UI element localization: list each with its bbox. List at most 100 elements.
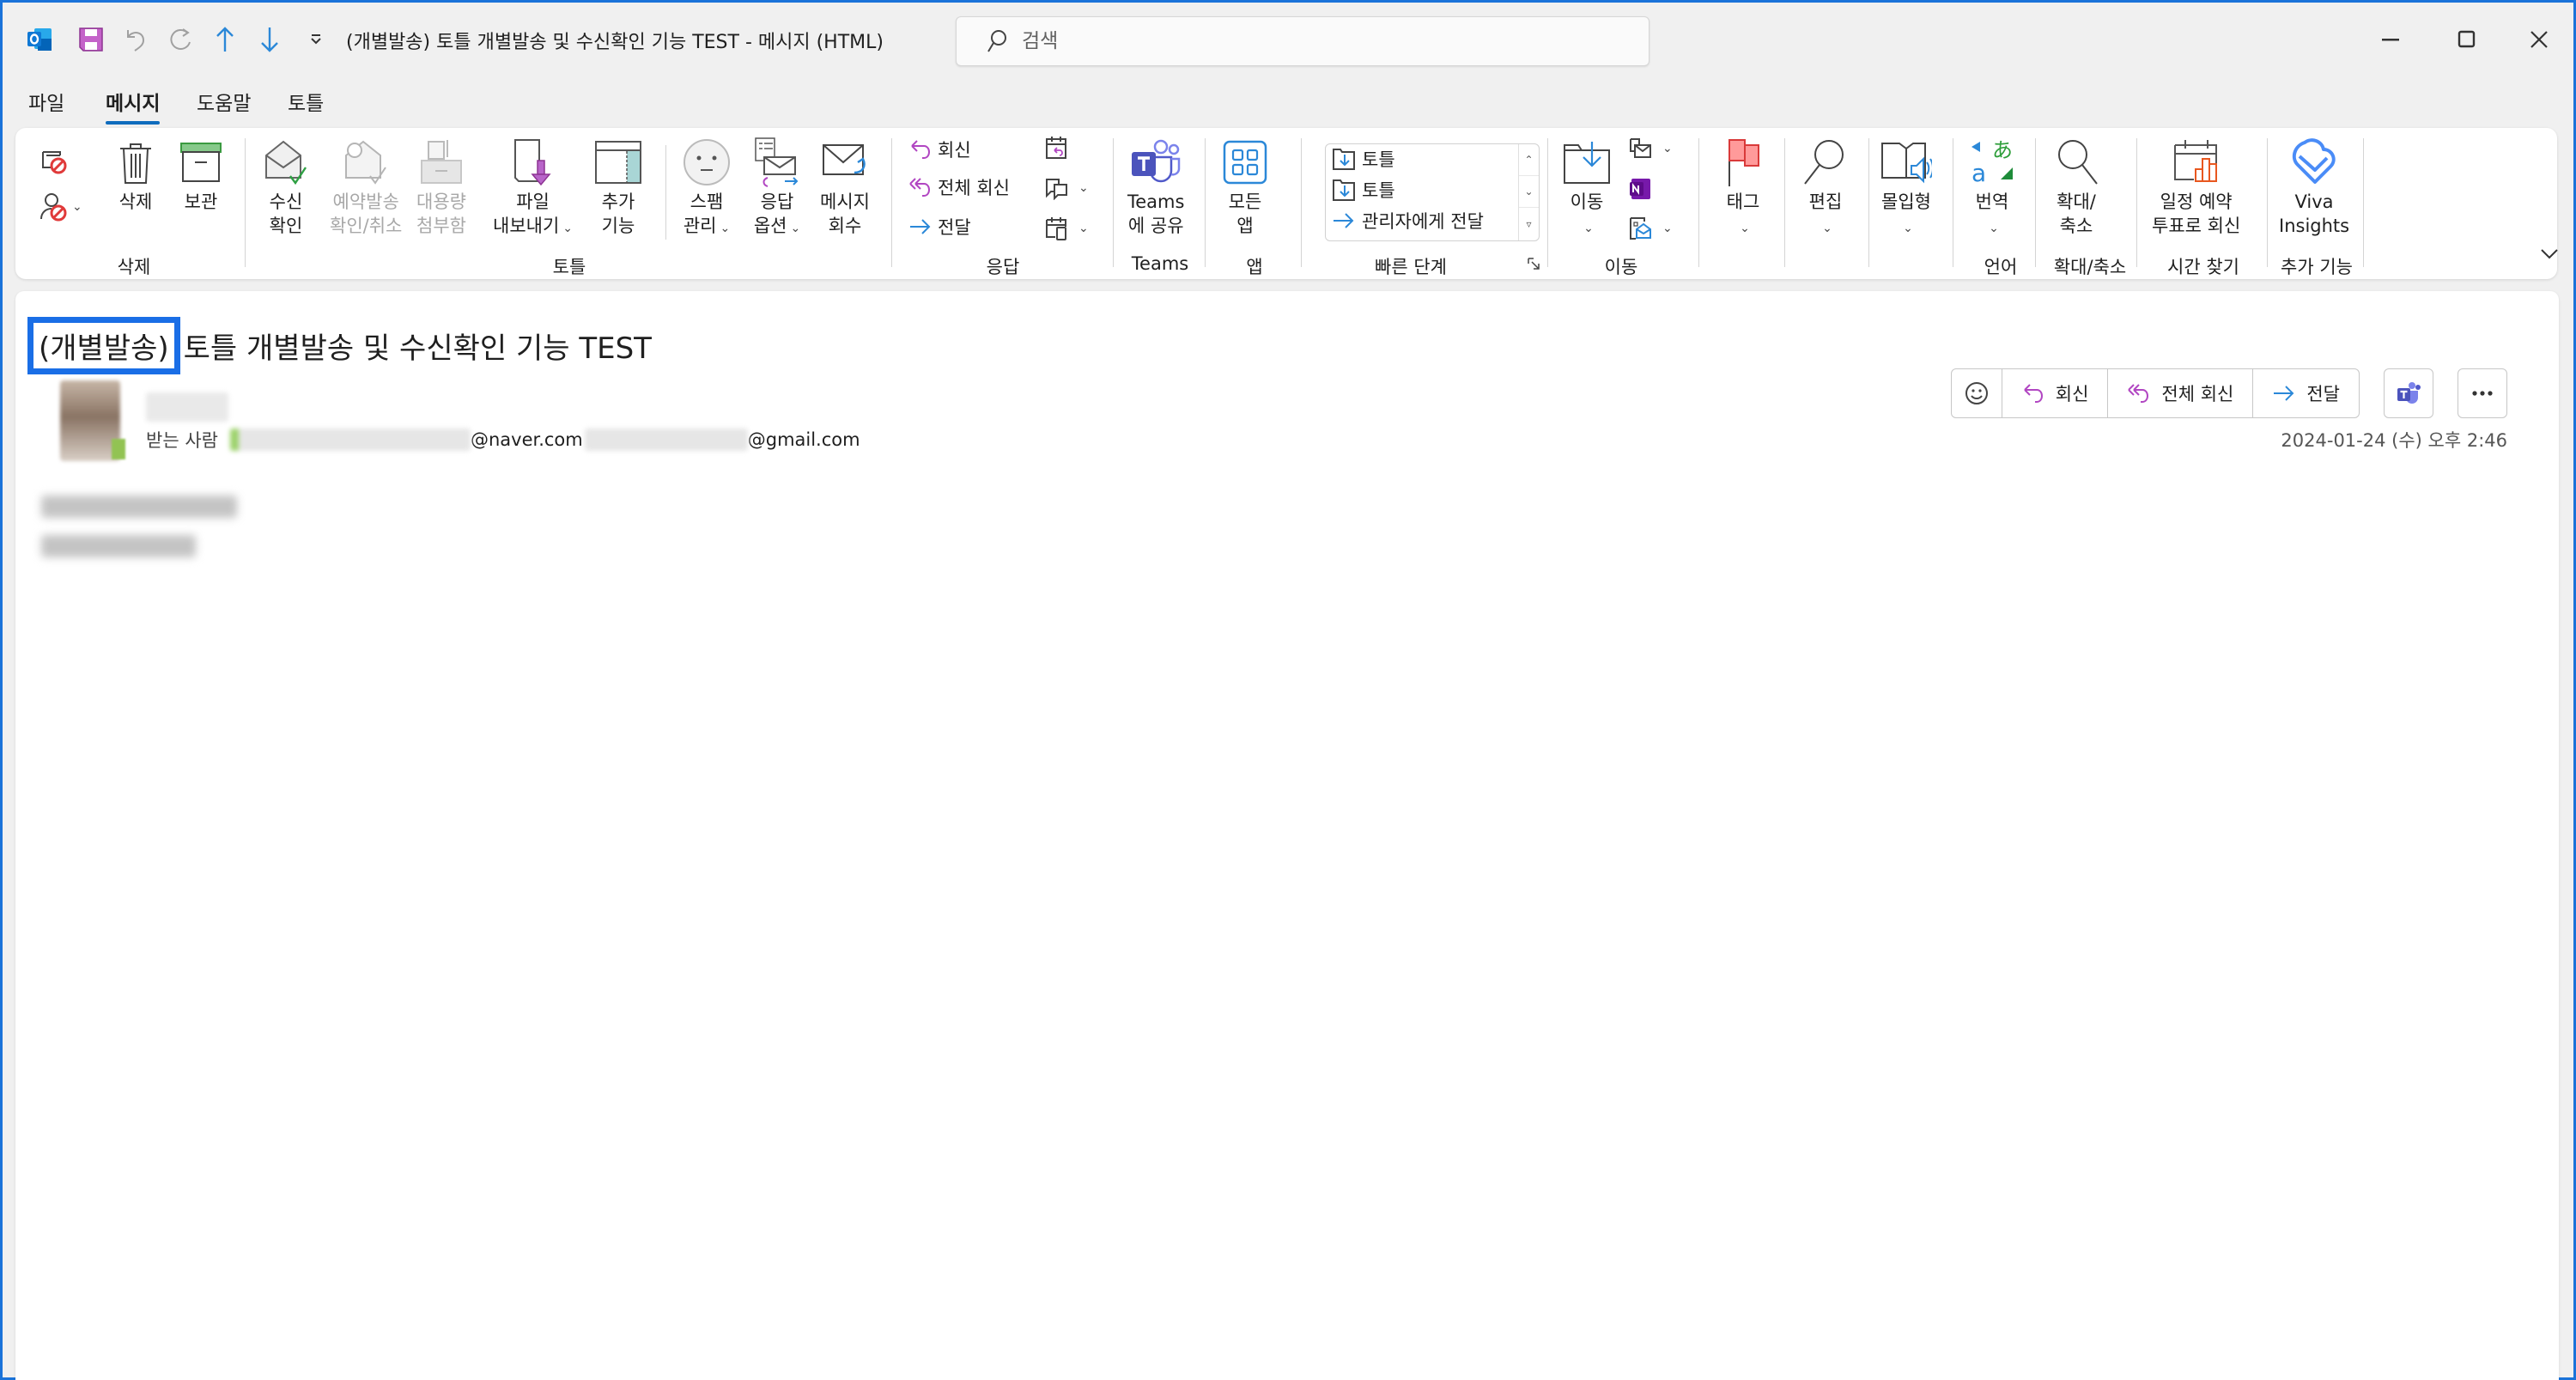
move-folder-icon bbox=[1564, 142, 1610, 184]
zoom-icon bbox=[2058, 140, 2098, 185]
redo-icon[interactable] bbox=[166, 25, 195, 54]
reply-all-button[interactable]: 전체 회신 bbox=[908, 174, 1010, 200]
svg-text:a: a bbox=[1971, 159, 1986, 186]
tab-message[interactable]: 메시지 bbox=[106, 87, 161, 125]
delete-button[interactable]: 삭제 bbox=[110, 135, 161, 214]
share-to-teams-button[interactable]: Teams 에 공유 bbox=[1127, 135, 1184, 238]
scheduled-send-button[interactable]: 예약발송 확인/취소 bbox=[330, 135, 402, 238]
divider bbox=[1301, 138, 1302, 267]
all-apps-button[interactable]: 모든 앱 bbox=[1219, 135, 1271, 238]
recipient-redacted[interactable] bbox=[229, 429, 471, 451]
chat-icon bbox=[1046, 179, 1067, 200]
immersive-reader-button[interactable]: 몰입형 ⌄ bbox=[1880, 135, 1932, 240]
reply-all-button[interactable]: 전체 회신 bbox=[2108, 369, 2254, 417]
recipient-domain-gmail[interactable]: @gmail.com bbox=[748, 429, 860, 450]
chevron-down-icon: ⌄ bbox=[72, 200, 82, 214]
message-subject: (개별발송) 토틀 개별발송 및 수신확인 기능 TEST bbox=[27, 317, 652, 374]
svg-text:あ: あ bbox=[1992, 138, 2013, 162]
quick-step-item[interactable]: 토틀 bbox=[1331, 177, 1395, 203]
attachment-box-icon bbox=[421, 140, 462, 184]
search-input[interactable] bbox=[1022, 30, 1623, 52]
body-text-redacted bbox=[41, 495, 237, 518]
recipient-domain-naver[interactable]: @naver.com bbox=[471, 429, 583, 450]
to-label: 받는 사람 bbox=[146, 430, 218, 451]
previous-item-icon[interactable] bbox=[210, 25, 240, 54]
recipient-redacted[interactable] bbox=[584, 429, 748, 451]
chevron-down-icon: ⌄ bbox=[790, 222, 801, 235]
quick-steps-dialog-launcher[interactable] bbox=[1527, 257, 1546, 271]
viva-insights-button[interactable]: Viva Insights bbox=[2279, 135, 2349, 238]
group-label-respond: 응답 bbox=[986, 257, 1020, 277]
scheduling-poll-icon bbox=[2173, 140, 2217, 182]
chevron-down-icon: ⌄ bbox=[1078, 181, 1089, 195]
tab-totle[interactable]: 토틀 bbox=[288, 87, 324, 116]
addon-feature-button[interactable]: 추가 기능 bbox=[592, 135, 644, 238]
reply-button[interactable]: 회신 bbox=[2002, 369, 2109, 417]
tags-button[interactable]: 태그 ⌄ bbox=[1717, 135, 1769, 240]
envelope-check-icon bbox=[265, 140, 307, 185]
maximize-button[interactable] bbox=[2433, 20, 2501, 59]
expand-gallery-button[interactable]: ▿ bbox=[1519, 208, 1539, 240]
reply-options-button[interactable]: 응답 옵션 ⌄ bbox=[751, 135, 803, 240]
block-sender-button[interactable]: ⌄ bbox=[39, 191, 82, 222]
chevron-down-icon: ⌄ bbox=[1903, 222, 1913, 235]
group-label-apps: 앱 bbox=[1246, 257, 1263, 277]
editing-button[interactable]: 편집 ⌄ bbox=[1800, 135, 1851, 240]
export-file-button[interactable]: 파일 내보내기 ⌄ bbox=[493, 135, 573, 240]
scroll-down-button[interactable]: ⌄ bbox=[1519, 176, 1539, 208]
undo-icon[interactable] bbox=[121, 25, 150, 54]
ribbon: ⌄ 삭제 보관 삭제 수신 확인 예약발송 확인/취소 대용량 첨부함 파일 내… bbox=[15, 128, 2558, 279]
minimize-button[interactable] bbox=[2357, 20, 2426, 59]
divider bbox=[2035, 138, 2036, 267]
divider bbox=[2136, 138, 2137, 267]
group-label-addins: 추가 기능 bbox=[2281, 257, 2353, 277]
rules-button[interactable]: ⌄ bbox=[1628, 137, 1673, 161]
customize-qat-icon[interactable] bbox=[301, 25, 331, 54]
react-button[interactable] bbox=[1952, 369, 2002, 417]
tab-file[interactable]: 파일 bbox=[28, 87, 64, 116]
scroll-up-button[interactable]: ⌃ bbox=[1519, 144, 1539, 176]
trash-icon bbox=[120, 143, 151, 184]
group-label-quick-steps: 빠른 단계 bbox=[1375, 257, 1447, 277]
actions-button[interactable]: ⌄ bbox=[1628, 216, 1673, 241]
more-respond-button[interactable]: ⌄ bbox=[1044, 216, 1089, 241]
reply-with-meeting-button[interactable] bbox=[1044, 135, 1075, 161]
reply-button[interactable]: 회신 bbox=[908, 137, 971, 162]
move-button[interactable]: 이동 ⌄ bbox=[1561, 135, 1613, 240]
search-icon bbox=[987, 30, 1006, 52]
next-item-icon[interactable] bbox=[255, 25, 284, 54]
calendar-reply-icon bbox=[1046, 137, 1066, 159]
read-receipt-button[interactable]: 수신 확인 bbox=[260, 135, 312, 238]
translate-button[interactable]: あa 번역 ⌄ bbox=[1966, 135, 2018, 240]
quick-step-item[interactable]: 토틀 bbox=[1331, 146, 1395, 172]
sender-name-redacted[interactable] bbox=[146, 392, 228, 422]
close-button[interactable] bbox=[2505, 20, 2573, 59]
search-box[interactable] bbox=[956, 16, 1649, 66]
reply-with-scheduling-poll-button[interactable]: 일정 예약 투표로 회신 bbox=[2152, 135, 2240, 238]
ribbon-display-options-button[interactable] bbox=[2540, 248, 2564, 260]
group-label-move: 이동 bbox=[1604, 257, 1638, 277]
quick-step-item[interactable]: 관리자에게 전달 bbox=[1331, 208, 1484, 234]
body-text-redacted bbox=[41, 535, 196, 557]
reply-options-icon bbox=[755, 137, 799, 187]
forward-button[interactable]: 전달 bbox=[2253, 369, 2359, 417]
spam-management-button[interactable]: 스팸 관리 ⌄ bbox=[681, 135, 732, 240]
ignore-button[interactable] bbox=[39, 147, 69, 176]
onenote-button[interactable] bbox=[1628, 176, 1659, 202]
share-to-teams-button[interactable] bbox=[2384, 368, 2433, 418]
divider bbox=[891, 138, 892, 267]
more-actions-button[interactable] bbox=[2458, 368, 2507, 418]
tab-help[interactable]: 도움말 bbox=[197, 87, 251, 116]
large-attachment-button[interactable]: 대용량 첨부함 bbox=[416, 135, 467, 238]
im-reply-button[interactable]: ⌄ bbox=[1044, 176, 1089, 200]
divider bbox=[1205, 138, 1206, 267]
zoom-button[interactable]: 확대/ 축소 bbox=[2050, 135, 2102, 238]
recall-message-button[interactable]: 메시지 회수 bbox=[819, 135, 871, 238]
subject-text: 토틀 개별발송 및 수신확인 기능 TEST bbox=[183, 331, 652, 366]
forward-button[interactable]: 전달 bbox=[908, 214, 971, 240]
save-icon[interactable] bbox=[76, 25, 106, 54]
chevron-down-icon: ⌄ bbox=[1078, 222, 1089, 235]
chevron-down-icon: ⌄ bbox=[562, 222, 574, 235]
archive-button[interactable]: 보관 bbox=[175, 135, 227, 214]
divider bbox=[1113, 138, 1114, 267]
